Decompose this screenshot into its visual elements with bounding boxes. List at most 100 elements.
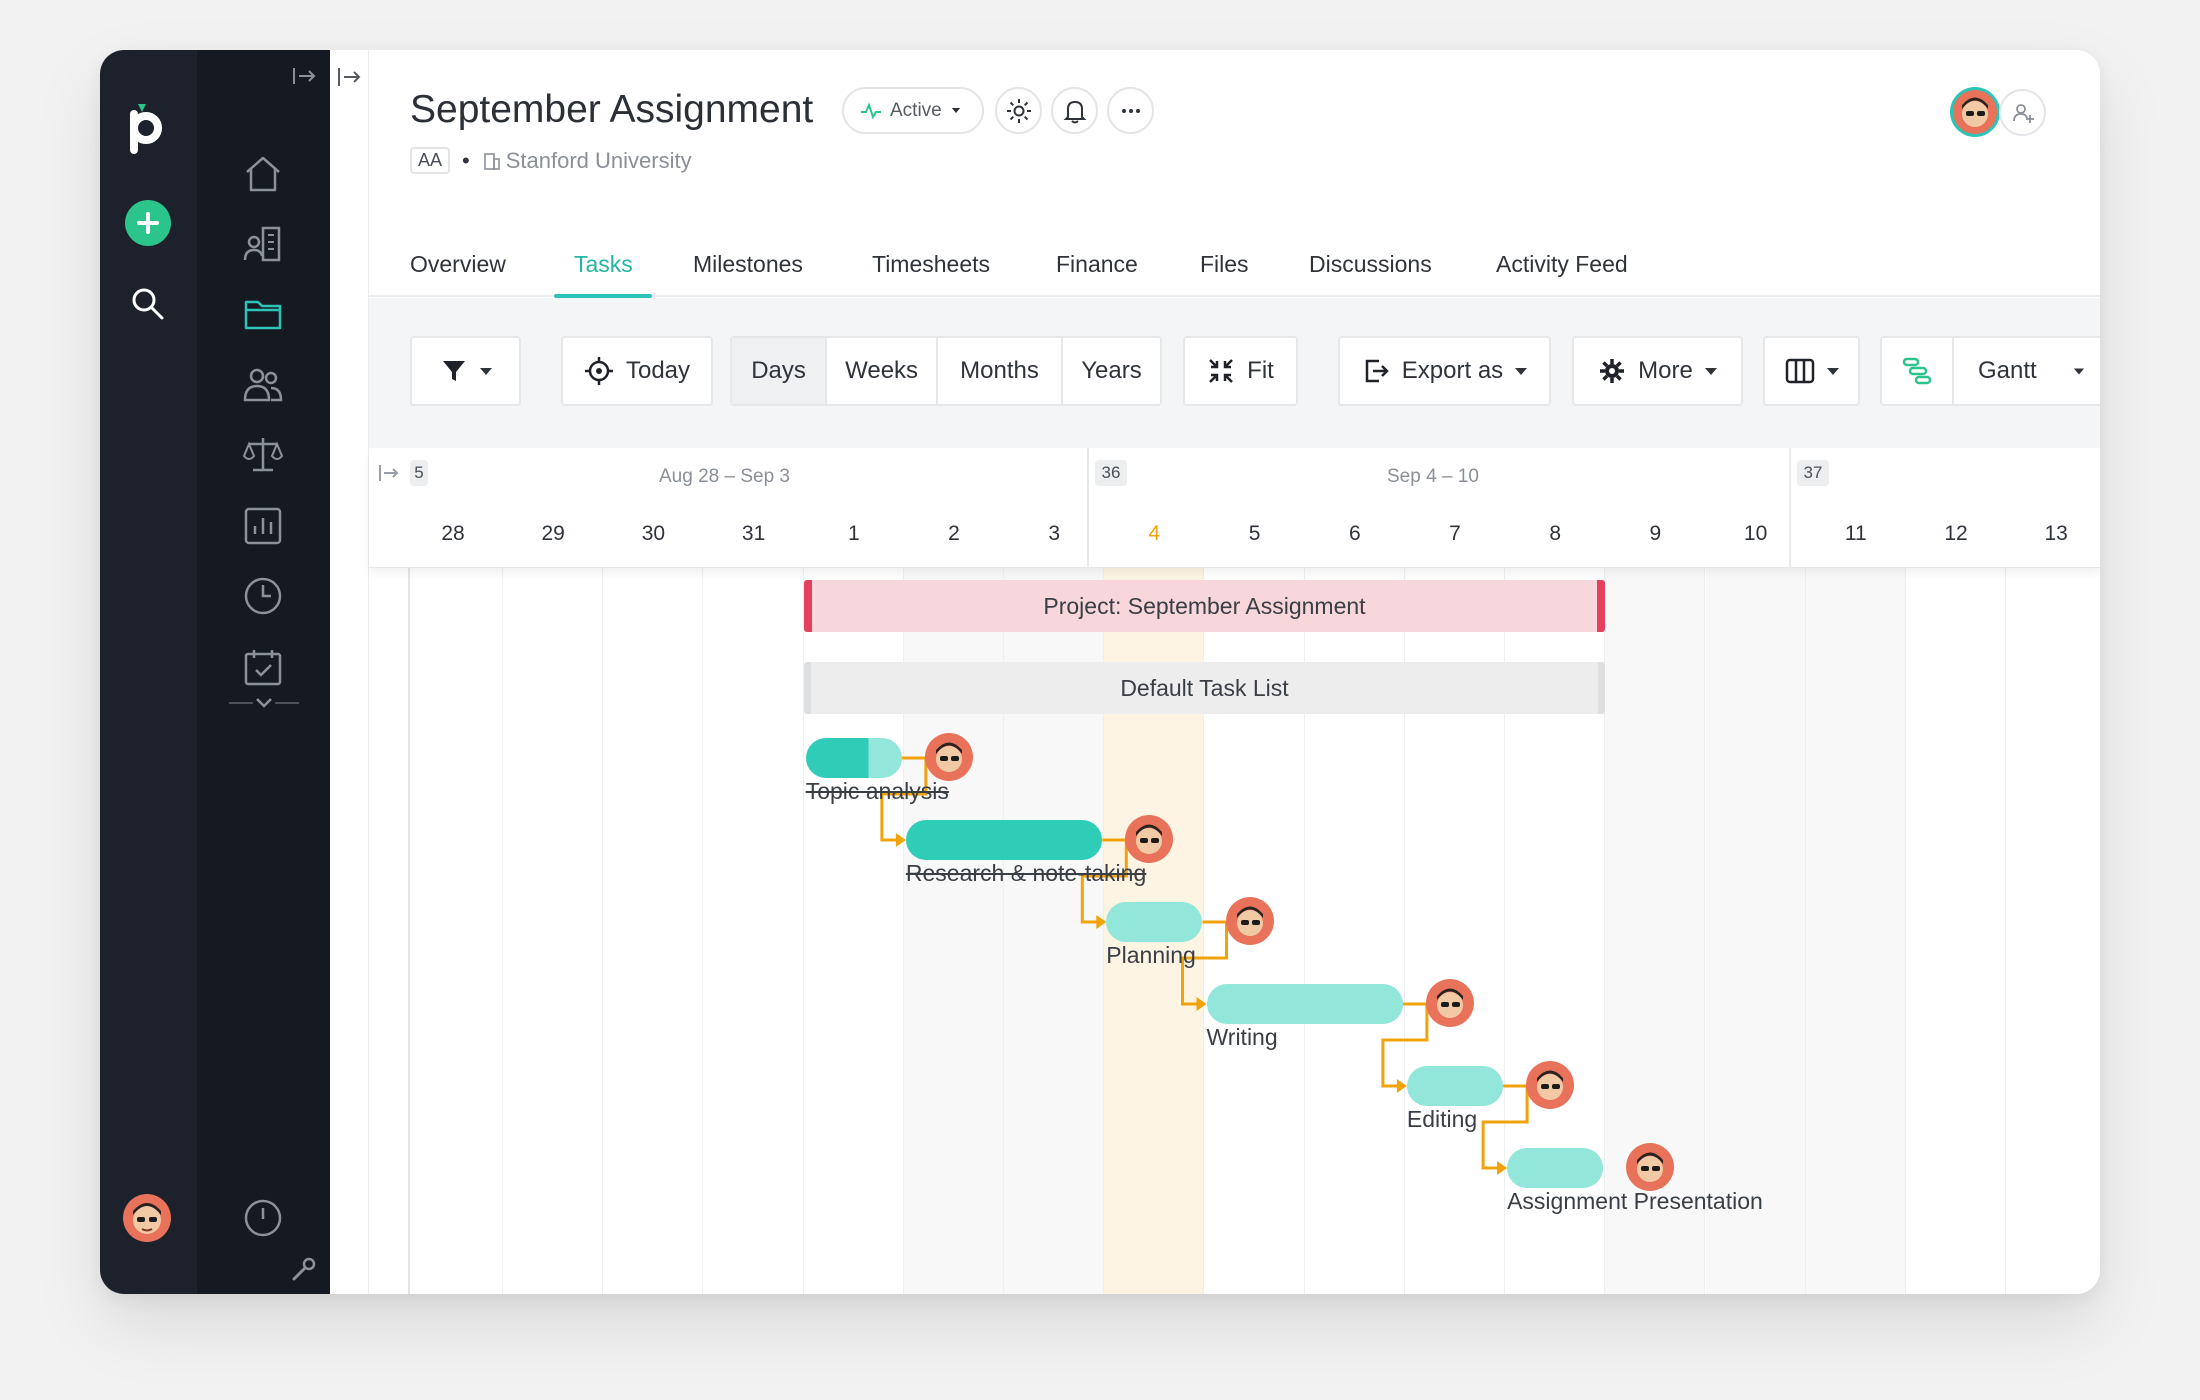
task-bar[interactable] xyxy=(905,820,1103,860)
day-label: 9 xyxy=(1649,522,1662,545)
columns-button[interactable] xyxy=(1763,336,1860,406)
gear-icon xyxy=(1600,359,1625,383)
add-user-icon xyxy=(2012,103,2034,123)
day-label: 30 xyxy=(641,522,666,545)
tab-timesheets[interactable]: Timesheets xyxy=(872,251,990,278)
day-label: 31 xyxy=(741,522,766,545)
task-bar[interactable] xyxy=(1206,984,1403,1024)
status-dropdown[interactable]: Active xyxy=(842,87,984,134)
assignee-avatar[interactable] xyxy=(924,732,974,782)
status-label: Active xyxy=(890,99,942,121)
scale-days-button[interactable]: Days xyxy=(732,338,828,404)
app-window: September Assignment Active AA • Stanfor… xyxy=(100,50,2100,1294)
day-label: 1 xyxy=(847,522,860,545)
view-switcher[interactable]: Gantt xyxy=(1880,336,2100,406)
week-number: 37 xyxy=(1797,460,1829,486)
search-icon[interactable] xyxy=(128,284,168,324)
week-range-label: Aug 28 – Sep 3 xyxy=(659,466,790,487)
week-separator xyxy=(1789,448,1791,568)
assignee-avatar[interactable] xyxy=(1425,978,1475,1028)
task-label[interactable]: Topic analysis xyxy=(806,778,949,805)
day-label: 5 xyxy=(1248,522,1261,545)
dependency-arrowhead xyxy=(1096,915,1107,929)
week-separator xyxy=(1087,448,1089,568)
app-logo[interactable] xyxy=(124,100,168,156)
project-initials-badge: AA xyxy=(410,147,451,174)
clients-building-icon[interactable] xyxy=(239,220,287,268)
assignee-avatar[interactable] xyxy=(1625,1142,1675,1192)
reports-chart-icon[interactable] xyxy=(239,502,287,550)
tab-finance[interactable]: Finance xyxy=(1056,251,1138,278)
fit-button[interactable]: Fit xyxy=(1183,336,1298,406)
projects-folder-icon[interactable] xyxy=(239,290,287,338)
assignee-avatar[interactable] xyxy=(1124,814,1174,864)
home-icon[interactable] xyxy=(239,150,287,198)
assignee-avatar[interactable] xyxy=(1525,1060,1575,1110)
scale-years-button[interactable]: Years xyxy=(1063,338,1160,404)
expand-nav-chevron-icon[interactable] xyxy=(229,688,299,718)
task-bar[interactable] xyxy=(1106,902,1203,942)
task-bar[interactable] xyxy=(805,738,902,778)
week-range-label: Sep 4 – 10 xyxy=(1387,466,1479,487)
time-scale-selector: Days Weeks Months Years xyxy=(730,336,1162,406)
tab-files[interactable]: Files xyxy=(1200,251,1249,278)
create-button[interactable] xyxy=(125,200,171,246)
task-label[interactable]: Research & note-taking xyxy=(906,860,1146,887)
calendar-check-icon[interactable] xyxy=(239,644,287,692)
chevron-down-icon xyxy=(479,367,492,375)
add-member-button[interactable] xyxy=(1999,89,2046,136)
expand-grid-icon[interactable] xyxy=(377,462,401,484)
tab-overview[interactable]: Overview xyxy=(410,251,506,278)
user-avatar[interactable] xyxy=(122,1193,172,1243)
task-label[interactable]: Editing xyxy=(1407,1106,1477,1133)
tab-activity-feed[interactable]: Activity Feed xyxy=(1496,251,1628,278)
today-label: Today xyxy=(625,357,691,384)
task-list-label: Default Task List xyxy=(1120,674,1289,701)
project-bar-label: Project: September Assignment xyxy=(1043,592,1366,619)
day-label: 7 xyxy=(1449,522,1461,545)
export-button[interactable]: Export as xyxy=(1338,336,1551,406)
filter-button[interactable] xyxy=(410,336,521,406)
view-label: Gantt xyxy=(1978,357,2037,384)
tab-discussions[interactable]: Discussions xyxy=(1309,251,1432,278)
task-bar[interactable] xyxy=(1507,1148,1604,1188)
more-button[interactable]: More xyxy=(1572,336,1743,406)
tab-tasks[interactable]: Tasks xyxy=(574,251,633,278)
task-label[interactable]: Assignment Presentation xyxy=(1507,1188,1763,1215)
day-label: 8 xyxy=(1549,522,1562,545)
time-tracking-clock-icon[interactable] xyxy=(239,572,287,620)
columns-icon xyxy=(1785,358,1814,384)
chevron-down-icon xyxy=(2073,368,2084,374)
task-label[interactable]: Planning xyxy=(1106,942,1196,969)
balance-scale-icon[interactable] xyxy=(239,430,287,478)
today-button[interactable]: Today xyxy=(561,336,713,406)
settings-button[interactable] xyxy=(995,87,1042,134)
project-owner-avatar[interactable] xyxy=(1949,86,2001,138)
day-label: 3 xyxy=(1048,522,1061,545)
project-summary-bar[interactable]: Project: September Assignment xyxy=(803,580,1606,632)
organization-link[interactable]: Stanford University xyxy=(506,148,692,174)
scale-weeks-button[interactable]: Weeks xyxy=(827,338,939,404)
gear-icon xyxy=(1006,98,1031,123)
app-rail xyxy=(100,50,197,1294)
task-label[interactable]: Writing xyxy=(1207,1024,1278,1051)
people-icon[interactable] xyxy=(239,360,287,408)
timer-icon[interactable] xyxy=(241,1196,285,1240)
notifications-button[interactable] xyxy=(1051,87,1098,134)
assignee-avatar[interactable] xyxy=(1225,896,1275,946)
collapse-sidebar-icon[interactable] xyxy=(290,64,320,88)
main-navigation xyxy=(197,50,330,1294)
expand-panel-icon[interactable] xyxy=(335,64,365,90)
scale-months-button[interactable]: Months xyxy=(938,338,1063,404)
more-label: More xyxy=(1638,357,1693,384)
task-bar[interactable] xyxy=(1406,1066,1504,1106)
more-options-button[interactable] xyxy=(1107,87,1154,134)
ellipsis-icon xyxy=(1121,108,1140,113)
day-label: 28 xyxy=(441,522,465,545)
main-content: September Assignment Active AA • Stanfor… xyxy=(369,50,2100,1294)
tab-milestones[interactable]: Milestones xyxy=(693,251,803,278)
task-list-bar[interactable]: Default Task List xyxy=(803,662,1606,714)
activity-pulse-icon xyxy=(861,101,881,119)
dependency-arrowhead xyxy=(1196,997,1207,1011)
wrench-icon[interactable] xyxy=(291,1256,317,1282)
